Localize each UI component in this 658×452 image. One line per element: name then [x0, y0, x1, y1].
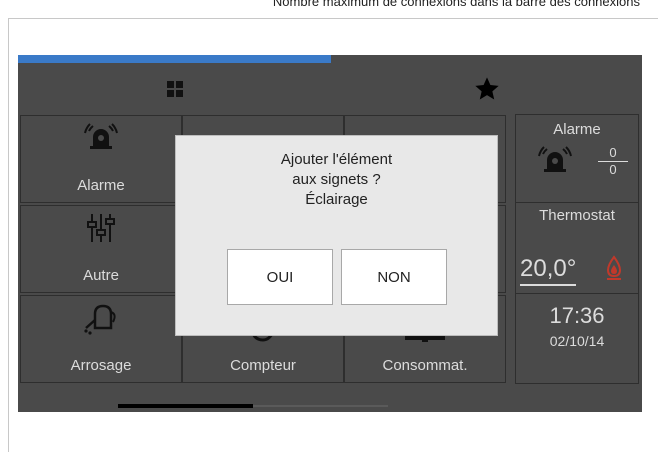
dialog-line-2: aux signets ?: [292, 171, 381, 188]
tab-favorites[interactable]: [331, 63, 642, 115]
tile-label: Autre: [83, 267, 119, 284]
tile-autre[interactable]: Autre: [20, 205, 182, 293]
flame-icon: [606, 255, 622, 280]
yes-button[interactable]: OUI: [227, 249, 333, 305]
page-scroll-thumb[interactable]: [118, 404, 253, 408]
caption: Nombre maximum de connexions dans la bar…: [272, 0, 640, 9]
alarm-panel-title: Alarme: [553, 121, 601, 138]
temperature-display[interactable]: 20,0°: [520, 255, 577, 286]
dialog-item-name: Éclairage: [305, 191, 368, 208]
tile-label: Alarme: [77, 177, 125, 194]
frame-top-border: [8, 18, 658, 19]
frame-left-border: [8, 18, 9, 452]
active-tab-indicator: [18, 55, 331, 63]
alarm-active-count: 0: [609, 145, 617, 160]
dialog-line-1: Ajouter l'élément: [280, 151, 393, 168]
alarm-siren-icon: [84, 123, 118, 149]
star-icon: [474, 77, 499, 100]
no-button[interactable]: NON: [341, 249, 447, 305]
grid-icon: [166, 81, 183, 97]
sliders-icon: [87, 214, 115, 242]
tile-arrosage[interactable]: Arrosage: [20, 295, 182, 383]
thermostat-title: Thermostat: [539, 207, 615, 224]
tile-alarme[interactable]: Alarme: [20, 115, 182, 203]
panel-divider: [516, 202, 638, 203]
clock-date: 02/10/14: [549, 333, 605, 349]
watering-can-icon: [84, 304, 116, 335]
alarm-siren-icon: [538, 146, 572, 172]
bookmark-dialog: Ajouter l'élément aux signets ? Éclairag…: [175, 135, 498, 336]
panel-divider: [516, 293, 638, 294]
alarm-fraction: 0 0: [598, 145, 628, 178]
alarm-total-count: 0: [598, 161, 628, 178]
clock-time: 17:36: [549, 303, 605, 328]
tile-label: Arrosage: [70, 357, 132, 374]
tile-label: Consommat.: [382, 357, 468, 374]
status-panel: Alarme 0 0 Thermostat 20,0° 17:36 02/10/…: [515, 114, 639, 384]
tile-label: Compteur: [230, 357, 296, 374]
dialog-message: Ajouter l'élément aux signets ? Éclairag…: [176, 150, 497, 210]
tab-overview[interactable]: [18, 63, 331, 115]
temperature-value: 20,0°: [520, 255, 577, 282]
